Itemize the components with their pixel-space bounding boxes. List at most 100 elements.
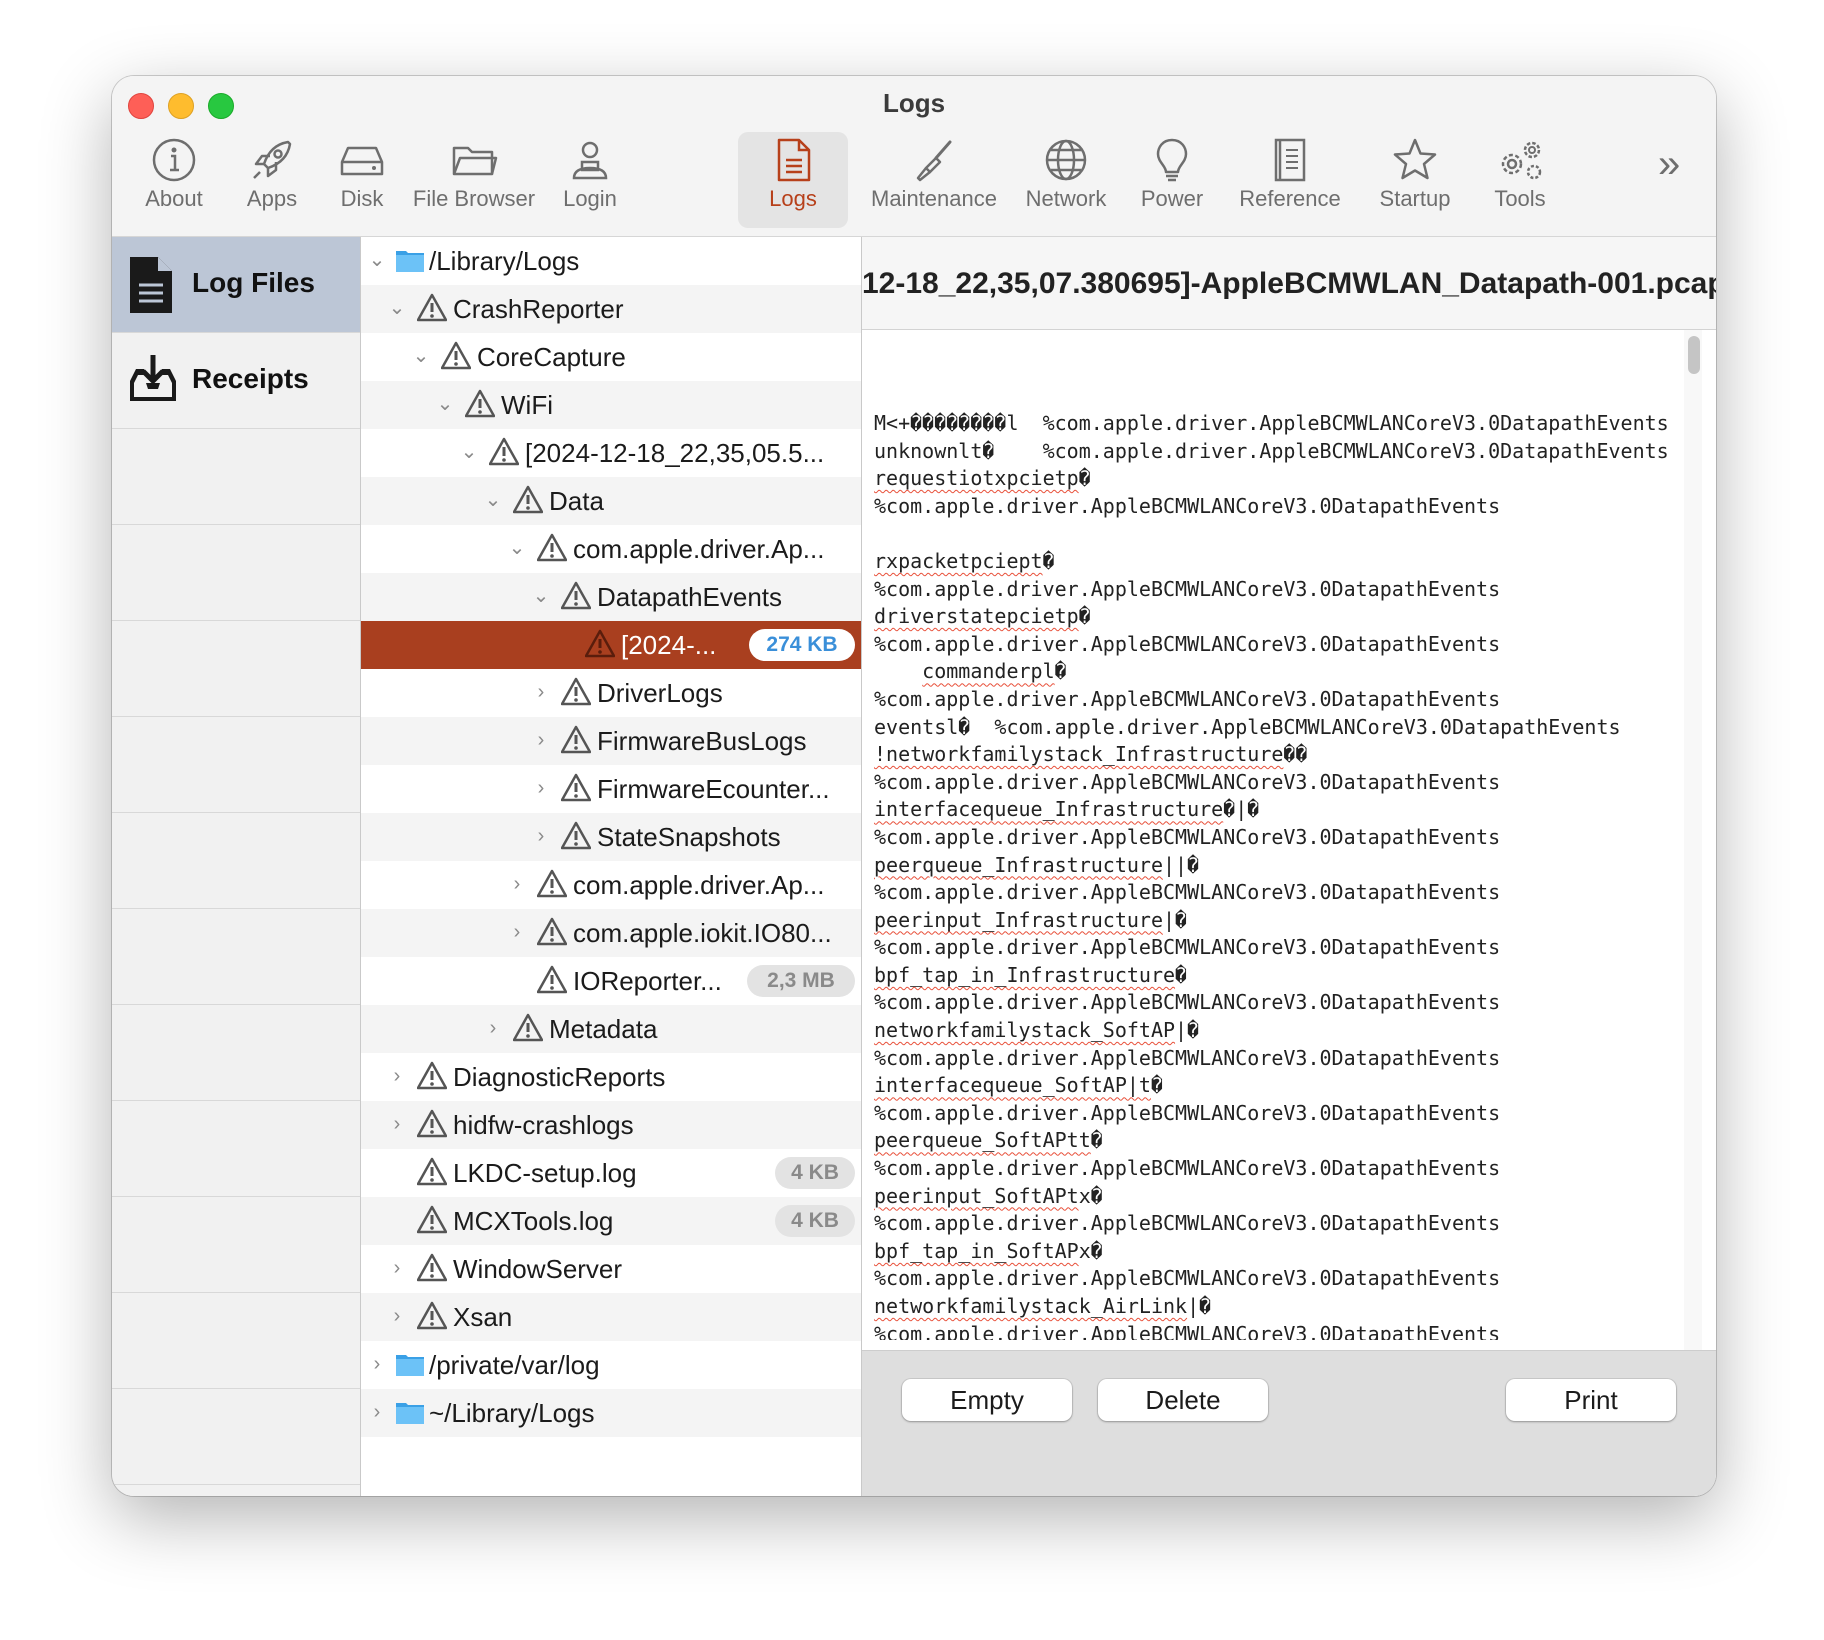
chevron-right-icon[interactable]: ›	[507, 871, 527, 897]
tree-row[interactable]: › FirmwareEcounter...	[361, 765, 861, 813]
tree-row[interactable]: › DiagnosticReports	[361, 1053, 861, 1101]
toolbar-logs-button[interactable]: Logs	[738, 132, 848, 228]
log-content-area[interactable]: M<+��������l %com.apple.driver.AppleBCMW…	[862, 330, 1716, 1350]
chevron-right-icon[interactable]: ›	[531, 679, 551, 705]
tree-row[interactable]: › Xsan	[361, 1293, 861, 1341]
tree-row-label: FirmwareBusLogs	[597, 726, 807, 756]
chevron-right-icon[interactable]: ›	[531, 823, 551, 849]
tree-row[interactable]: LKDC-setup.log 4 KB	[361, 1149, 861, 1197]
file-path-header: 12-18_22,35,07.380695]-AppleBCMWLAN_Data…	[862, 237, 1716, 330]
log-line: %com.apple.driver.AppleBCMWLANCoreV3.0Da…	[874, 1100, 1501, 1125]
chevron-down-icon[interactable]: ⌄	[483, 487, 503, 513]
log-line: commanderpl�	[922, 659, 1067, 684]
tree-row[interactable]: › com.apple.driver.Ap...	[361, 861, 861, 909]
log-line: interfacequeue_SoftAP|t�	[874, 1073, 1163, 1098]
warning-icon	[465, 389, 495, 418]
tree-row[interactable]: › ~/Library/Logs	[361, 1389, 861, 1437]
toolbar-tools-button[interactable]: Tools	[1480, 132, 1560, 228]
tree-row[interactable]: ⌄ com.apple.driver.Ap...	[361, 525, 861, 573]
toolbar-maintenance-button[interactable]: Maintenance	[864, 132, 1004, 228]
chevron-right-icon[interactable]: ›	[531, 727, 551, 753]
scrollbar-thumb[interactable]	[1688, 336, 1700, 374]
toolbar-disk-button[interactable]: Disk	[328, 132, 396, 228]
file-size-badge: 274 KB	[749, 629, 855, 661]
chevron-double-right-icon[interactable]: »	[1658, 142, 1680, 187]
toolbar-reference-button[interactable]: Reference	[1230, 132, 1350, 228]
tree-row[interactable]: ⌄ [2024-12-18_22,35,05.5...	[361, 429, 861, 477]
chevron-right-icon[interactable]: ›	[367, 1351, 387, 1377]
delete-button[interactable]: Delete	[1098, 1379, 1268, 1421]
print-button[interactable]: Print	[1506, 1379, 1676, 1421]
toolbar-apps-button[interactable]: Apps	[232, 132, 312, 228]
chevron-down-icon[interactable]: ⌄	[367, 247, 387, 273]
brush-icon	[916, 140, 952, 182]
chevron-right-icon[interactable]: ›	[507, 919, 527, 945]
chevron-right-icon[interactable]: ›	[387, 1303, 407, 1329]
chevron-down-icon[interactable]: ⌄	[459, 439, 479, 465]
log-line: %com.apple.driver.AppleBCMWLANCoreV3.0Da…	[874, 631, 1501, 656]
warning-icon	[561, 821, 591, 850]
inbox-tray-icon	[130, 355, 176, 401]
tree-row[interactable]: ⌄ WiFi	[361, 381, 861, 429]
toolbar-startup-button[interactable]: Startup	[1370, 132, 1460, 228]
tree-row[interactable]: MCXTools.log 4 KB	[361, 1197, 861, 1245]
chevron-right-icon[interactable]: ›	[387, 1255, 407, 1281]
log-line: rxpacketpciept�	[874, 548, 1055, 573]
log-line: %com.apple.driver.AppleBCMWLANCoreV3.0Da…	[874, 1211, 1501, 1236]
tree-row-label: Xsan	[453, 1302, 513, 1332]
tree-row-label: CrashReporter	[453, 294, 624, 324]
app-window: Logs About Apps Disk File Browser Login …	[112, 76, 1716, 1496]
person-icon	[572, 141, 608, 180]
toolbar-login-label: Login	[563, 186, 617, 211]
log-line: bpf_tap_in_SoftAPx�	[874, 1238, 1103, 1263]
tree-row[interactable]: › StateSnapshots	[361, 813, 861, 861]
tree-row[interactable]: ⌄ CoreCapture	[361, 333, 861, 381]
warning-icon	[537, 965, 567, 994]
rocket-icon	[253, 140, 292, 179]
tree-row-label: Metadata	[549, 1014, 658, 1044]
document-icon	[777, 138, 811, 182]
tree-row-selected[interactable]: [2024-... 274 KB	[361, 621, 861, 669]
tree-row[interactable]: ⌄ CrashReporter	[361, 285, 861, 333]
tree-row-label: hidfw-crashlogs	[453, 1110, 634, 1140]
tree-row[interactable]: › Metadata	[361, 1005, 861, 1053]
log-line: interfacequeue_Infrastructure�|�	[874, 797, 1260, 822]
vertical-scrollbar[interactable]	[1684, 330, 1702, 1350]
warning-icon	[417, 1205, 447, 1234]
tree-row[interactable]: › FirmwareBusLogs	[361, 717, 861, 765]
chevron-right-icon[interactable]: ›	[387, 1111, 407, 1137]
warning-icon	[537, 917, 567, 946]
sidebar: Log Files Receipts	[112, 237, 361, 1496]
file-path-title: 12-18_22,35,07.380695]-AppleBCMWLAN_Data…	[862, 267, 1716, 300]
tree-row[interactable]: › hidfw-crashlogs	[361, 1101, 861, 1149]
tree-row[interactable]: IOReporter... 2,3 MB	[361, 957, 861, 1005]
chevron-right-icon[interactable]: ›	[531, 775, 551, 801]
tree-row[interactable]: › /private/var/log	[361, 1341, 861, 1389]
chevron-right-icon[interactable]: ›	[367, 1399, 387, 1425]
tree-row[interactable]: › com.apple.iokit.IO80...	[361, 909, 861, 957]
toolbar-file-browser-button[interactable]: File Browser	[412, 132, 536, 228]
log-content[interactable]: M<+��������l %com.apple.driver.AppleBCMW…	[874, 410, 1694, 1340]
chevron-right-icon[interactable]: ›	[387, 1063, 407, 1089]
toolbar-network-button[interactable]: Network	[1018, 132, 1114, 228]
tree-row[interactable]: › DriverLogs	[361, 669, 861, 717]
sidebar-item-log-files[interactable]: Log Files	[112, 237, 360, 332]
toolbar-login-button[interactable]: Login	[552, 132, 628, 228]
toolbar-about-button[interactable]: About	[130, 132, 218, 228]
tree-row[interactable]: ⌄ DatapathEvents	[361, 573, 861, 621]
disk-icon	[340, 146, 384, 176]
chevron-down-icon[interactable]: ⌄	[387, 295, 407, 321]
chevron-down-icon[interactable]: ⌄	[507, 535, 527, 561]
sidebar-item-receipts[interactable]: Receipts	[112, 333, 360, 428]
tree-row[interactable]: › WindowServer	[361, 1245, 861, 1293]
chevron-down-icon[interactable]: ⌄	[411, 343, 431, 369]
chevron-down-icon[interactable]: ⌄	[435, 391, 455, 417]
toolbar-power-button[interactable]: Power	[1132, 132, 1212, 228]
toolbar-file-browser-label: File Browser	[412, 186, 536, 211]
book-icon	[1274, 138, 1306, 182]
tree-row[interactable]: ⌄ /Library/Logs	[361, 237, 861, 285]
chevron-down-icon[interactable]: ⌄	[531, 583, 551, 609]
tree-row[interactable]: ⌄ Data	[361, 477, 861, 525]
chevron-right-icon[interactable]: ›	[483, 1015, 503, 1041]
empty-button[interactable]: Empty	[902, 1379, 1072, 1421]
